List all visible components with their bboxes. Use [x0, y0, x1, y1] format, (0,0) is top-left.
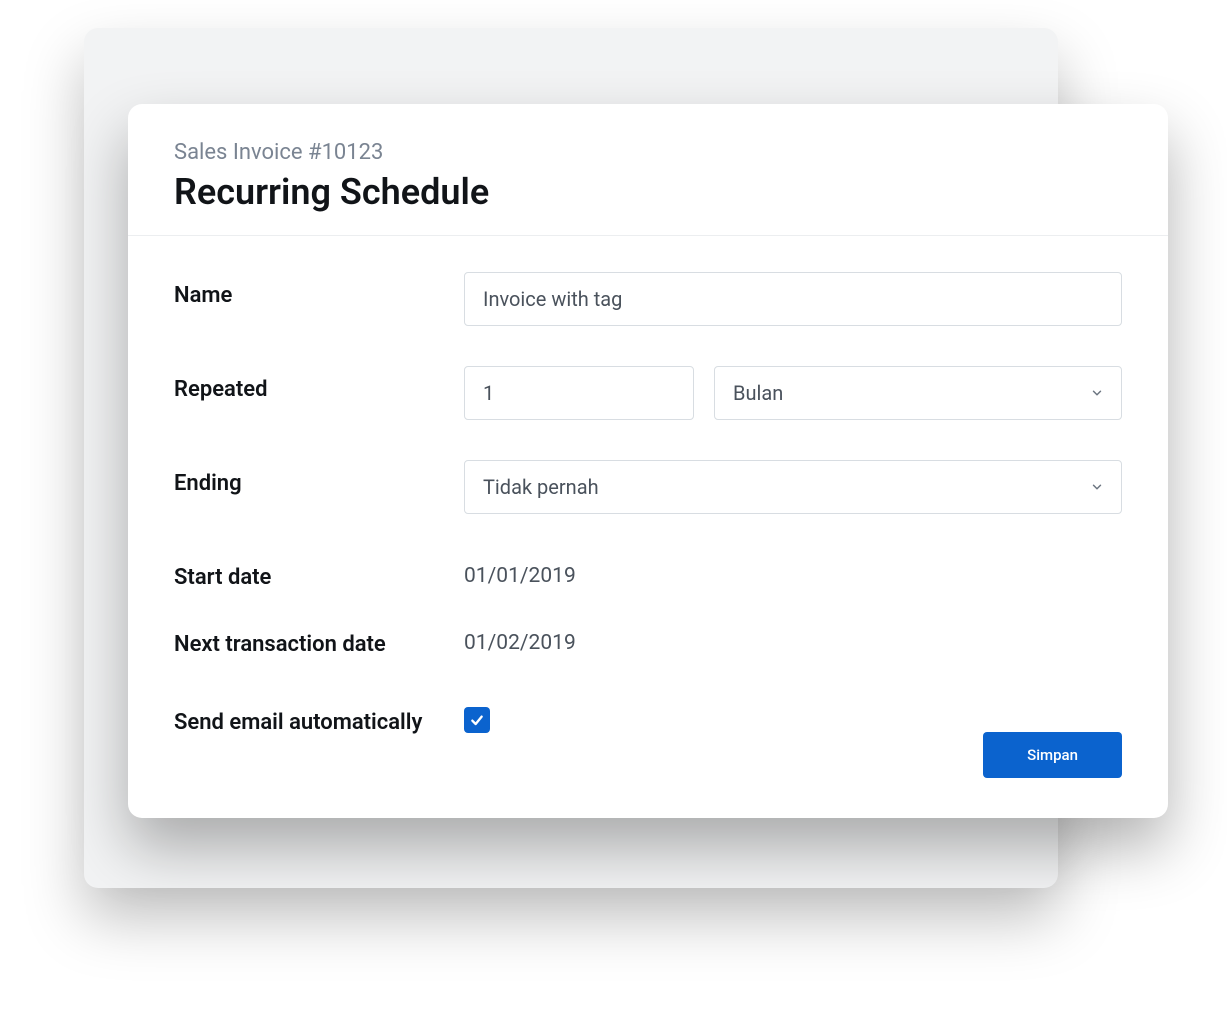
send-email-row: Send email automatically [174, 699, 1122, 738]
ending-label: Ending [174, 460, 464, 499]
repeated-row: Repeated Bulan [174, 366, 1122, 420]
recurring-schedule-modal: Sales Invoice #10123 Recurring Schedule … [128, 104, 1168, 818]
repeated-count-input[interactable] [464, 366, 694, 420]
ending-row: Ending Tidak pernah [174, 460, 1122, 514]
repeated-label: Repeated [174, 366, 464, 405]
modal-header: Sales Invoice #10123 Recurring Schedule [128, 104, 1168, 236]
start-date-label: Start date [174, 554, 464, 593]
save-button[interactable]: Simpan [983, 732, 1122, 778]
name-label: Name [174, 272, 464, 311]
name-row: Name [174, 272, 1122, 326]
send-email-label: Send email automatically [174, 699, 464, 738]
modal-title: Recurring Schedule [174, 171, 1122, 213]
check-icon [469, 712, 485, 728]
ending-select[interactable]: Tidak pernah [464, 460, 1122, 514]
name-input[interactable] [464, 272, 1122, 326]
next-transaction-date-label: Next transaction date [174, 621, 464, 660]
invoice-reference: Sales Invoice #10123 [174, 140, 1122, 165]
start-date-value: 01/01/2019 [464, 554, 576, 588]
next-date-row: Next transaction date 01/02/2019 [174, 621, 1122, 660]
start-date-row: Start date 01/01/2019 [174, 554, 1122, 593]
modal-body: Name Repeated Bulan Ending [128, 236, 1168, 738]
repeated-unit-select[interactable]: Bulan [714, 366, 1122, 420]
next-transaction-date-value: 01/02/2019 [464, 621, 576, 655]
send-email-checkbox[interactable] [464, 707, 490, 733]
